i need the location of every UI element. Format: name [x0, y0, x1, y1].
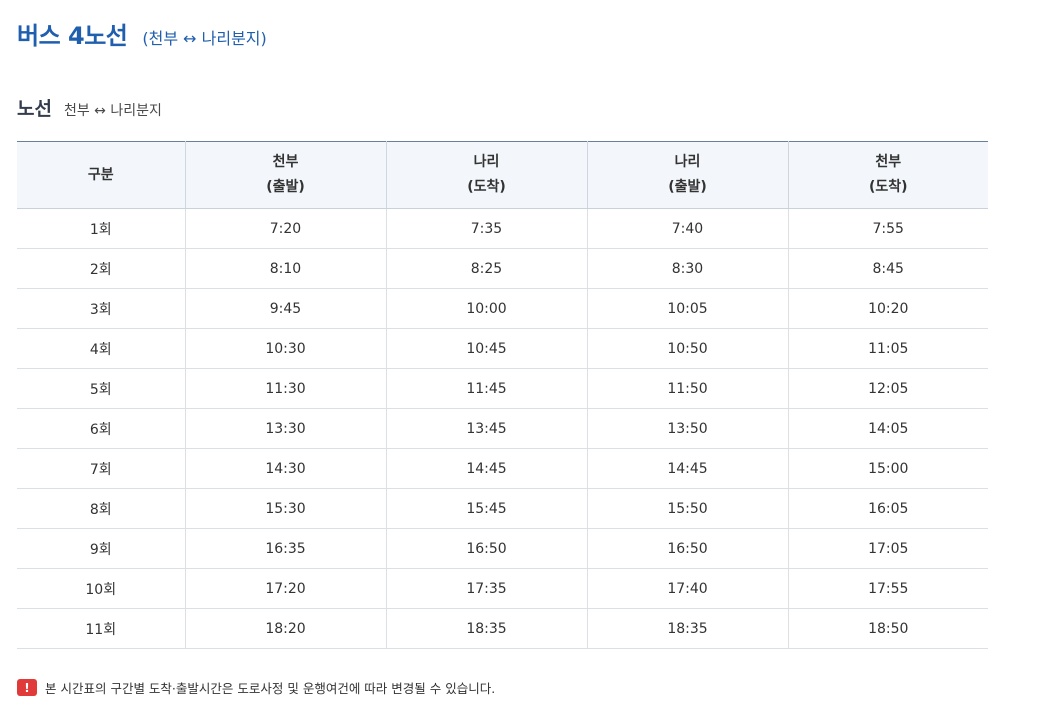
time-cell: 16:05 [787, 488, 988, 529]
header-row: 구분 천부 (출발) 나리 (도착) 나리 (출발) 천부 (도착) [17, 141, 988, 209]
table-row: 2회 8:10 8:25 8:30 8:45 [17, 248, 988, 289]
trip-number-cell: 3회 [17, 288, 185, 329]
time-cell: 15:00 [787, 448, 988, 489]
time-cell: 8:45 [787, 248, 988, 289]
time-cell: 11:50 [586, 368, 788, 409]
time-cell: 10:30 [184, 328, 386, 369]
time-cell: 11:30 [184, 368, 386, 409]
time-cell: 16:50 [586, 528, 788, 569]
notice: ! 본 시간표의 구간별 도착·출발시간은 도로사정 및 운행여건에 따라 변경… [17, 678, 495, 697]
column-header-label: 천부 [272, 154, 299, 170]
time-cell: 18:50 [787, 608, 988, 649]
time-cell: 14:45 [586, 448, 788, 489]
time-cell: 8:10 [184, 248, 386, 289]
trip-number-cell: 9회 [17, 528, 185, 569]
trip-number-cell: 8회 [17, 488, 185, 529]
time-cell: 18:35 [385, 608, 587, 649]
time-cell: 10:20 [787, 288, 988, 329]
time-cell: 15:50 [586, 488, 788, 529]
time-cell: 16:35 [184, 528, 386, 569]
column-header-0: 구분 [17, 141, 185, 209]
trip-number-cell: 11회 [17, 608, 185, 649]
timetable: 구분 천부 (출발) 나리 (도착) 나리 (출발) 천부 (도착) 1회 7:20 7:35 7:4… [17, 141, 988, 649]
trip-number-cell: 6회 [17, 408, 185, 449]
page-title: 버스 4노선 (천부 ↔ 나리분지) [17, 16, 267, 52]
time-cell: 13:45 [385, 408, 587, 449]
time-cell: 10:45 [385, 328, 587, 369]
column-header-sublabel: (출발) [266, 179, 305, 195]
table-row: 4회 10:30 10:45 10:50 11:05 [17, 328, 988, 369]
time-cell: 12:05 [787, 368, 988, 409]
trip-number-cell: 5회 [17, 368, 185, 409]
time-cell: 17:05 [787, 528, 988, 569]
timetable-header: 구분 천부 (출발) 나리 (도착) 나리 (출발) 천부 (도착) [17, 141, 988, 209]
time-cell: 15:30 [184, 488, 386, 529]
time-cell: 11:45 [385, 368, 587, 409]
time-cell: 15:45 [385, 488, 587, 529]
trip-number-cell: 4회 [17, 328, 185, 369]
time-cell: 13:30 [184, 408, 386, 449]
section-title-main: 노선 [17, 98, 52, 120]
table-row: 1회 7:20 7:35 7:40 7:55 [17, 208, 988, 249]
time-cell: 17:40 [586, 568, 788, 609]
column-header-label: 천부 [875, 154, 902, 170]
table-row: 5회 11:30 11:45 11:50 12:05 [17, 368, 988, 409]
time-cell: 8:30 [586, 248, 788, 289]
time-cell: 14:30 [184, 448, 386, 489]
column-header-3: 나리 (출발) [586, 141, 788, 209]
time-cell: 13:50 [586, 408, 788, 449]
column-header-label: 나리 [674, 154, 701, 170]
time-cell: 10:50 [586, 328, 788, 369]
trip-number-cell: 10회 [17, 568, 185, 609]
time-cell: 7:40 [586, 208, 788, 249]
time-cell: 17:35 [385, 568, 587, 609]
column-header-sublabel: (도착) [467, 179, 506, 195]
table-row: 7회 14:30 14:45 14:45 15:00 [17, 448, 988, 489]
time-cell: 14:05 [787, 408, 988, 449]
table-row: 3회 9:45 10:00 10:05 10:20 [17, 288, 988, 329]
table-row: 8회 15:30 15:45 15:50 16:05 [17, 488, 988, 529]
time-cell: 17:20 [184, 568, 386, 609]
trip-number-cell: 7회 [17, 448, 185, 489]
trip-number-cell: 1회 [17, 208, 185, 249]
column-header-label: 구분 [87, 166, 114, 183]
table-row: 10회 17:20 17:35 17:40 17:55 [17, 568, 988, 609]
column-header-1: 천부 (출발) [184, 141, 386, 209]
table-row: 9회 16:35 16:50 16:50 17:05 [17, 528, 988, 569]
column-header-4: 천부 (도착) [787, 141, 988, 209]
column-header-sublabel: (출발) [668, 179, 707, 195]
page-title-subtitle: (천부 ↔ 나리분지) [142, 29, 267, 48]
time-cell: 7:35 [385, 208, 587, 249]
time-cell: 10:00 [385, 288, 587, 329]
time-cell: 16:50 [385, 528, 587, 569]
section-title-subtitle: 천부 ↔ 나리분지 [63, 103, 162, 119]
time-cell: 14:45 [385, 448, 587, 489]
notice-text: 본 시간표의 구간별 도착·출발시간은 도로사정 및 운행여건에 따라 변경될 … [45, 681, 496, 696]
time-cell: 8:25 [385, 248, 587, 289]
column-header-2: 나리 (도착) [385, 141, 587, 209]
time-cell: 7:20 [184, 208, 386, 249]
page-title-main: 버스 4노선 [17, 22, 128, 50]
timetable-body: 1회 7:20 7:35 7:40 7:55 2회 8:10 8:25 8:30 8:45 3회 9:… [17, 208, 988, 649]
time-cell: 11:05 [787, 328, 988, 369]
time-cell: 9:45 [184, 288, 386, 329]
time-cell: 18:20 [184, 608, 386, 649]
table-row: 6회 13:30 13:45 13:50 14:05 [17, 408, 988, 449]
section-title: 노선 천부 ↔ 나리분지 [17, 94, 162, 121]
time-cell: 18:35 [586, 608, 788, 649]
time-cell: 7:55 [787, 208, 988, 249]
column-header-label: 나리 [473, 154, 500, 170]
column-header-sublabel: (도착) [868, 179, 908, 195]
time-cell: 17:55 [787, 568, 988, 609]
time-cell: 10:05 [586, 288, 788, 329]
table-row: 11회 18:20 18:35 18:35 18:50 [17, 608, 988, 649]
trip-number-cell: 2회 [17, 248, 185, 289]
exclamation-icon: ! [17, 679, 37, 696]
